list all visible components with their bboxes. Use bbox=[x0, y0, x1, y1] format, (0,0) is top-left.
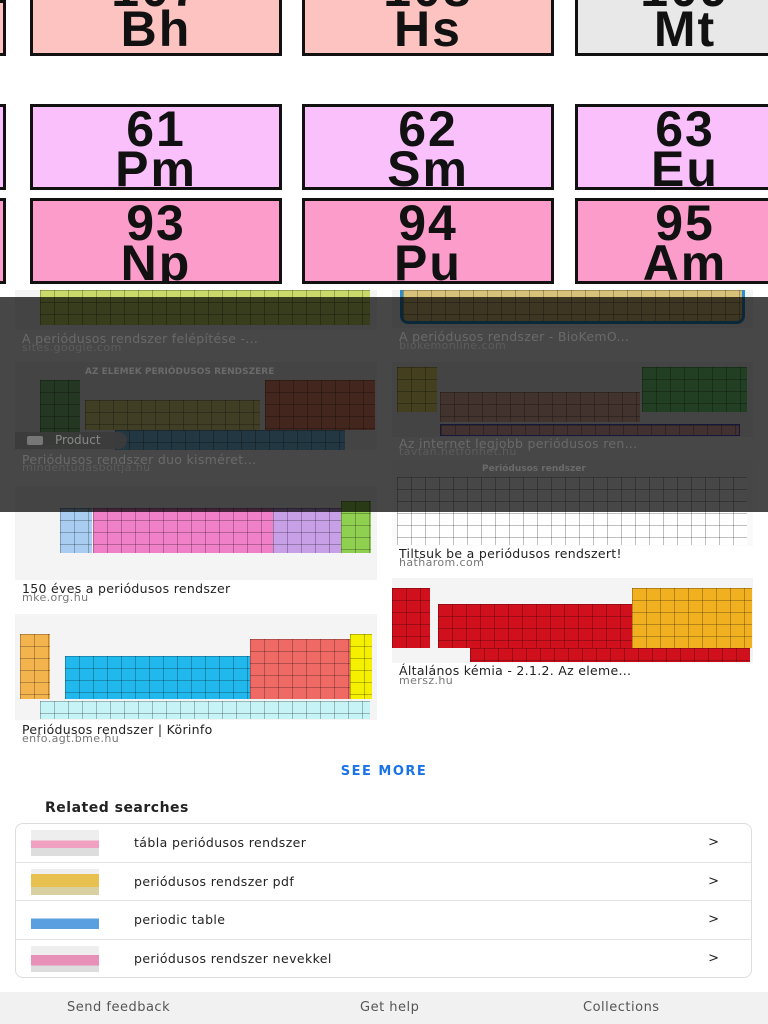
chevron-right-icon: > bbox=[708, 950, 719, 966]
element-symbol: Np bbox=[120, 235, 192, 284]
collections-link[interactable]: Collections bbox=[583, 1000, 660, 1015]
related-thumb bbox=[31, 830, 99, 856]
element-tile: 93 Np bbox=[30, 198, 282, 284]
image-result-thumb[interactable] bbox=[392, 578, 753, 663]
element-tile-partial bbox=[0, 104, 6, 190]
image-result-thumb[interactable] bbox=[15, 614, 377, 720]
image-result-source: mke.org.hu bbox=[22, 591, 89, 604]
chevron-right-icon: > bbox=[708, 912, 719, 927]
element-tile: 94 Pu bbox=[302, 198, 554, 284]
related-search-item[interactable]: periódusos rendszer nevekkel > bbox=[16, 940, 751, 978]
element-tile: 62 Sm bbox=[302, 104, 554, 190]
related-searches-list: tábla periódusos rendszer > periódusos re… bbox=[15, 823, 752, 978]
related-searches-heading: Related searches bbox=[45, 800, 189, 816]
send-feedback-link[interactable]: Send feedback bbox=[67, 1000, 170, 1015]
element-tile: 109Mt bbox=[575, 0, 768, 56]
image-result-source: sites.google.com bbox=[22, 341, 122, 354]
element-tile: 61 Pm bbox=[30, 104, 282, 190]
element-symbol: Pm bbox=[115, 141, 197, 190]
element-symbol: Bh bbox=[120, 1, 192, 56]
image-result-source: biokemonline.com bbox=[399, 339, 507, 352]
chevron-right-icon: > bbox=[708, 835, 719, 850]
element-symbol: Sm bbox=[387, 141, 469, 190]
element-tile: 63 Eu bbox=[575, 104, 768, 190]
tag-icon bbox=[27, 436, 43, 445]
product-badge: Product bbox=[15, 432, 127, 449]
related-search-item[interactable]: periodic table > bbox=[16, 901, 751, 940]
footer: Send feedback Get help Collections bbox=[0, 992, 768, 1024]
related-thumb bbox=[31, 907, 99, 933]
dim-overlay bbox=[0, 297, 768, 512]
element-symbol: Eu bbox=[651, 141, 719, 190]
thumb-title: AZ ELEMEK PERIÓDUSOS RENDSZERE bbox=[85, 367, 275, 377]
element-tile-partial bbox=[0, 198, 6, 284]
get-help-link[interactable]: Get help bbox=[360, 1000, 419, 1015]
image-result-source: hatharom.com bbox=[399, 556, 485, 569]
related-search-item[interactable]: periódusos rendszer pdf > bbox=[16, 863, 751, 901]
see-more-button[interactable]: SEE MORE bbox=[0, 764, 768, 779]
thumb-title: Periódusos rendszer bbox=[482, 464, 586, 474]
element-tile: 108Hs bbox=[302, 0, 554, 56]
image-result-source: mersz.hu bbox=[399, 674, 454, 687]
chevron-right-icon: > bbox=[708, 873, 719, 889]
image-result-source: enfo.agt.bme.hu bbox=[22, 732, 120, 745]
element-symbol: Mt bbox=[653, 1, 717, 56]
element-tile: 95 Am bbox=[575, 198, 768, 284]
related-thumb bbox=[31, 868, 99, 895]
related-thumb bbox=[31, 945, 99, 972]
element-tile: 107Bh bbox=[30, 0, 282, 56]
element-symbol: Am bbox=[642, 235, 728, 284]
element-symbol: Hs bbox=[394, 1, 462, 56]
related-search-item[interactable]: tábla periódusos rendszer > bbox=[16, 824, 751, 863]
element-tile-partial bbox=[0, 0, 6, 56]
element-symbol: Pu bbox=[394, 235, 462, 284]
image-result-source: tavtan.hetfonhet.hu bbox=[399, 445, 517, 458]
image-result-source: mindentudasboltja.hu bbox=[22, 461, 151, 474]
